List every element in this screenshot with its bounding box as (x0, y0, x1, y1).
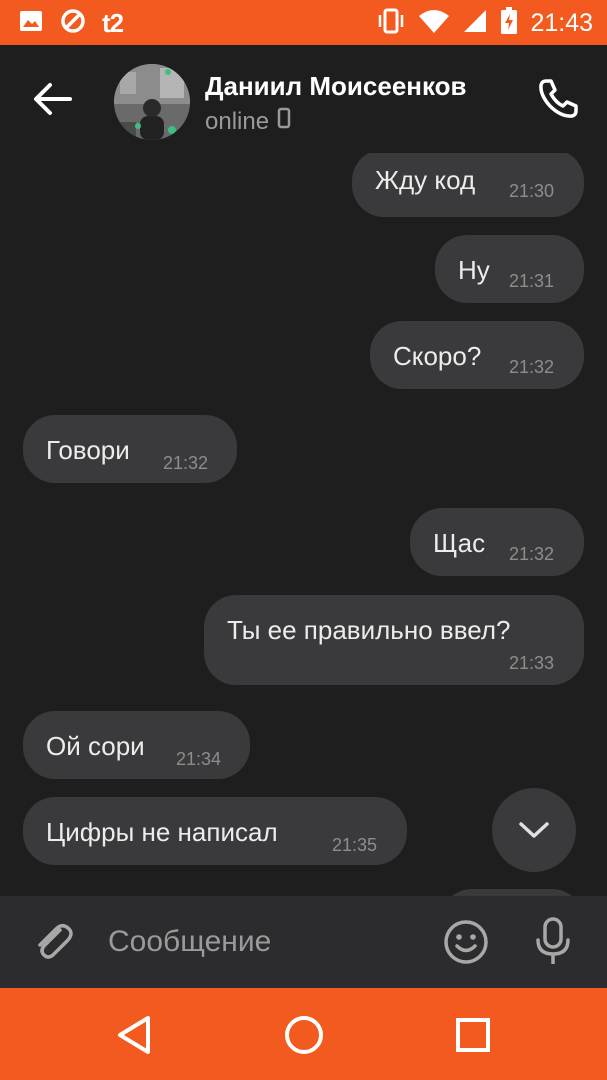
message-time: 21:35 (332, 835, 378, 855)
message-outgoing[interactable]: Жду код 21:30 (352, 153, 584, 217)
status-bar: t2 21:43 (0, 0, 607, 45)
battery-charging-icon (500, 7, 518, 40)
image-icon (18, 8, 44, 39)
chat-header: Даниил Моисеенков online (0, 45, 607, 153)
message-outgoing[interactable]: Ну 21:31 (435, 235, 584, 303)
contact-status: online (205, 107, 291, 136)
message-text: Говори (46, 435, 130, 465)
message-list[interactable]: Жду код 21:30 Ну 21:31 Скоро? 21:32 Гово… (0, 153, 607, 896)
message-time: 21:31 (509, 271, 555, 291)
message-input[interactable] (108, 920, 428, 964)
message-outgoing[interactable]: Ты ее правильно ввел? 21:33 (204, 595, 584, 685)
message-time: 21:34 (176, 749, 222, 769)
signal-icon (462, 8, 488, 39)
call-button[interactable] (534, 75, 582, 123)
status-right: 21:43 (376, 7, 593, 40)
wifi-icon (418, 8, 450, 39)
message-time: 21:33 (509, 653, 555, 673)
message-text: Скоро? (393, 341, 482, 371)
message-text: Цифры не написал (46, 817, 278, 847)
microphone-button[interactable] (530, 916, 576, 968)
contact-status-text: online (205, 107, 270, 135)
message-text: Ну (458, 255, 490, 285)
back-triangle-icon (118, 1016, 150, 1054)
phone-icon (539, 79, 578, 118)
status-time: 21:43 (530, 9, 593, 37)
emoji-button[interactable] (442, 918, 490, 966)
message-incoming[interactable]: Говори 21:32 (23, 415, 237, 483)
nav-home-button[interactable] (281, 1012, 327, 1058)
vibrate-icon (376, 7, 406, 40)
message-text: Жду код (375, 165, 476, 195)
message-outgoing[interactable]: Щас 21:32 (410, 508, 584, 576)
message-composer (0, 896, 607, 988)
mobile-device-icon (277, 107, 291, 136)
message-text: Ты ее правильно ввел? (227, 615, 511, 645)
navigation-bar (0, 988, 607, 1080)
back-button[interactable] (30, 79, 76, 119)
message-time: 21:32 (509, 357, 555, 377)
recents-square-icon (456, 1018, 490, 1052)
scroll-down-button[interactable] (492, 788, 576, 872)
chevron-down-icon (519, 822, 549, 838)
blocked-icon (60, 8, 86, 39)
message-text: Ой сори (46, 731, 145, 761)
nav-back-button[interactable] (112, 1012, 158, 1058)
emoji-icon (444, 920, 488, 964)
message-time: 21:32 (163, 453, 209, 473)
back-arrow-icon (34, 83, 72, 115)
microphone-icon (536, 917, 570, 964)
message-time: 21:32 (509, 544, 555, 564)
message-time: 21:30 (509, 181, 555, 201)
nav-recents-button[interactable] (450, 1012, 496, 1058)
home-circle-icon (285, 1016, 323, 1054)
status-left: t2 (18, 8, 124, 39)
message-outgoing-partial[interactable] (440, 889, 584, 896)
message-incoming[interactable]: Ой сори 21:34 (23, 711, 250, 779)
avatar[interactable] (114, 64, 190, 140)
message-incoming[interactable]: Цифры не написал 21:35 (23, 797, 407, 865)
contact-name[interactable]: Даниил Моисеенков (205, 71, 467, 102)
message-outgoing[interactable]: Скоро? 21:32 (370, 321, 584, 389)
message-text: Щас (433, 528, 486, 558)
carrier-label: t2 (102, 8, 124, 38)
paperclip-icon (38, 924, 73, 959)
attach-button[interactable] (30, 918, 78, 966)
